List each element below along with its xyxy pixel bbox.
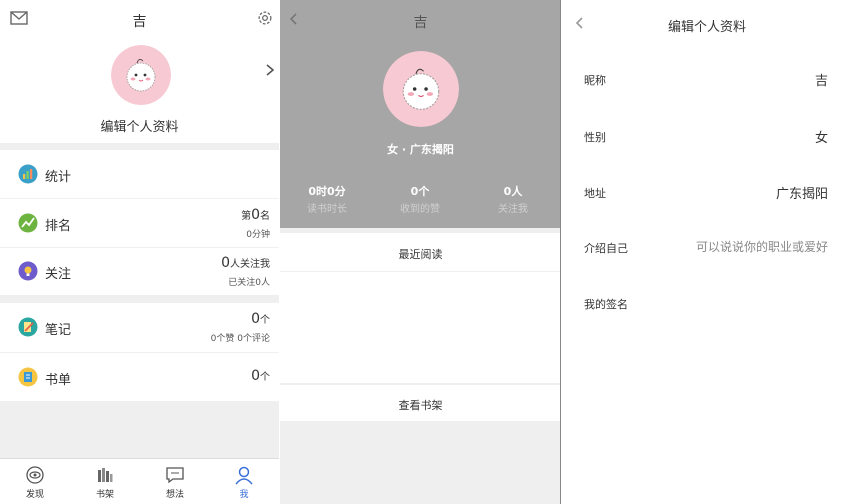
tab-bookshelf[interactable]: 书架 (70, 459, 140, 504)
bookshelf-icon (98, 468, 113, 482)
stats-icon (18, 164, 38, 184)
field-intro[interactable]: 介绍自己 可以说说你的职业或爱好 (562, 238, 852, 260)
follow-value: 0人关注我 (221, 255, 270, 271)
stat-followers: 0人 关注我 (498, 185, 528, 215)
menu-item-notes[interactable]: 笔记 0个 0个赞 0个评论 (0, 303, 279, 352)
recent-reading-section: 最近阅读 (280, 233, 560, 383)
gender-location: 女 · 广东揭阳 (387, 143, 454, 156)
menu-label: 关注 (45, 267, 72, 282)
ranking-icon (18, 213, 38, 233)
field-label: 我的签名 (584, 298, 628, 311)
menu-item-booklists[interactable]: 书单 0个 (0, 353, 279, 401)
button-label: 查看书架 (398, 399, 443, 412)
booklist-value: 0个 (251, 368, 270, 384)
stat-likes: 0个 收到的赞 (400, 185, 440, 215)
tab-label: 想法 (165, 490, 184, 500)
tab-discover[interactable]: 发现 (0, 459, 70, 504)
menu-label: 书单 (45, 373, 72, 388)
user-header: 吉 女 · 广东揭阳 0时0分 读书时长 0个 收到的赞 0人 关注我 (280, 0, 560, 228)
stat-reading-time: 0时0分 读书时长 (307, 185, 347, 215)
page-title: 编辑个人资料 (667, 20, 746, 35)
booklist-icon (18, 367, 38, 387)
page-title: 吉 (132, 14, 147, 30)
menu-label: 排名 (45, 219, 72, 234)
field-label: 地址 (584, 187, 606, 200)
page-title: 吉 (413, 15, 428, 31)
field-signature[interactable]: 我的签名 (562, 296, 852, 318)
divider (280, 271, 560, 272)
field-label: 昵称 (584, 74, 606, 87)
comment-icon (166, 467, 184, 484)
follow-icon (18, 261, 38, 281)
menu-item-stats[interactable]: 统计 (0, 150, 279, 198)
rank-value: 第0名 (241, 207, 270, 223)
menu-item-ranking[interactable]: 排名 第0名 0分钟 (0, 199, 279, 247)
menu-label: 统计 (45, 170, 72, 185)
view-bookshelf-button[interactable]: 查看书架 (280, 384, 560, 421)
notes-sub: 0个赞 0个评论 (210, 334, 270, 344)
chevron-right-icon[interactable] (264, 62, 276, 78)
intro-input[interactable]: 可以说说你的职业或爱好 (696, 238, 828, 255)
user-home-panel: 吉 女 · 广东揭阳 0时0分 读书时长 0个 收到的赞 0人 关注我 最近阅读… (280, 0, 561, 504)
edit-profile-link[interactable]: 编辑个人资料 (0, 116, 279, 135)
user-icon (235, 466, 253, 485)
avatar (383, 51, 459, 127)
field-nickname[interactable]: 昵称 吉 (562, 70, 852, 92)
follow-sub: 已关注0人 (228, 278, 270, 288)
field-label: 性别 (584, 131, 606, 144)
bottom-nav: 发现 书架 想法 我 (0, 458, 279, 504)
avatar[interactable] (111, 45, 171, 105)
field-address[interactable]: 地址 广东揭阳 (562, 183, 852, 205)
field-value[interactable]: 广东揭阳 (776, 183, 828, 202)
field-gender[interactable]: 性别 女 (562, 127, 852, 149)
tab-label: 我 (239, 490, 249, 500)
profile-header: 吉 编辑个人资料 (0, 0, 279, 143)
tab-me[interactable]: 我 (209, 459, 279, 504)
rank-sub: 0分钟 (246, 230, 270, 240)
tab-label: 书架 (95, 490, 114, 500)
notes-icon (18, 317, 38, 337)
profile-panel: 吉 编辑个人资料 统计 排名 第0名 0分钟 关注 0人关注我 已关注0人 笔记… (0, 0, 279, 504)
gear-icon[interactable] (256, 9, 274, 27)
tab-thoughts[interactable]: 想法 (140, 459, 210, 504)
menu-item-follow[interactable]: 关注 0人关注我 已关注0人 (0, 248, 279, 295)
edit-profile-panel: 编辑个人资料 昵称 吉 性别 女 地址 广东揭阳 介绍自己 可以说说你的职业或爱… (562, 0, 852, 504)
eye-icon (26, 466, 44, 484)
field-label: 介绍自己 (584, 242, 628, 255)
tab-label: 发现 (25, 490, 44, 500)
field-value[interactable]: 吉 (815, 70, 828, 89)
field-value[interactable]: 女 (815, 127, 828, 146)
menu-label: 笔记 (45, 323, 72, 338)
section-title: 最近阅读 (398, 248, 443, 261)
notes-value: 0个 (251, 311, 270, 327)
